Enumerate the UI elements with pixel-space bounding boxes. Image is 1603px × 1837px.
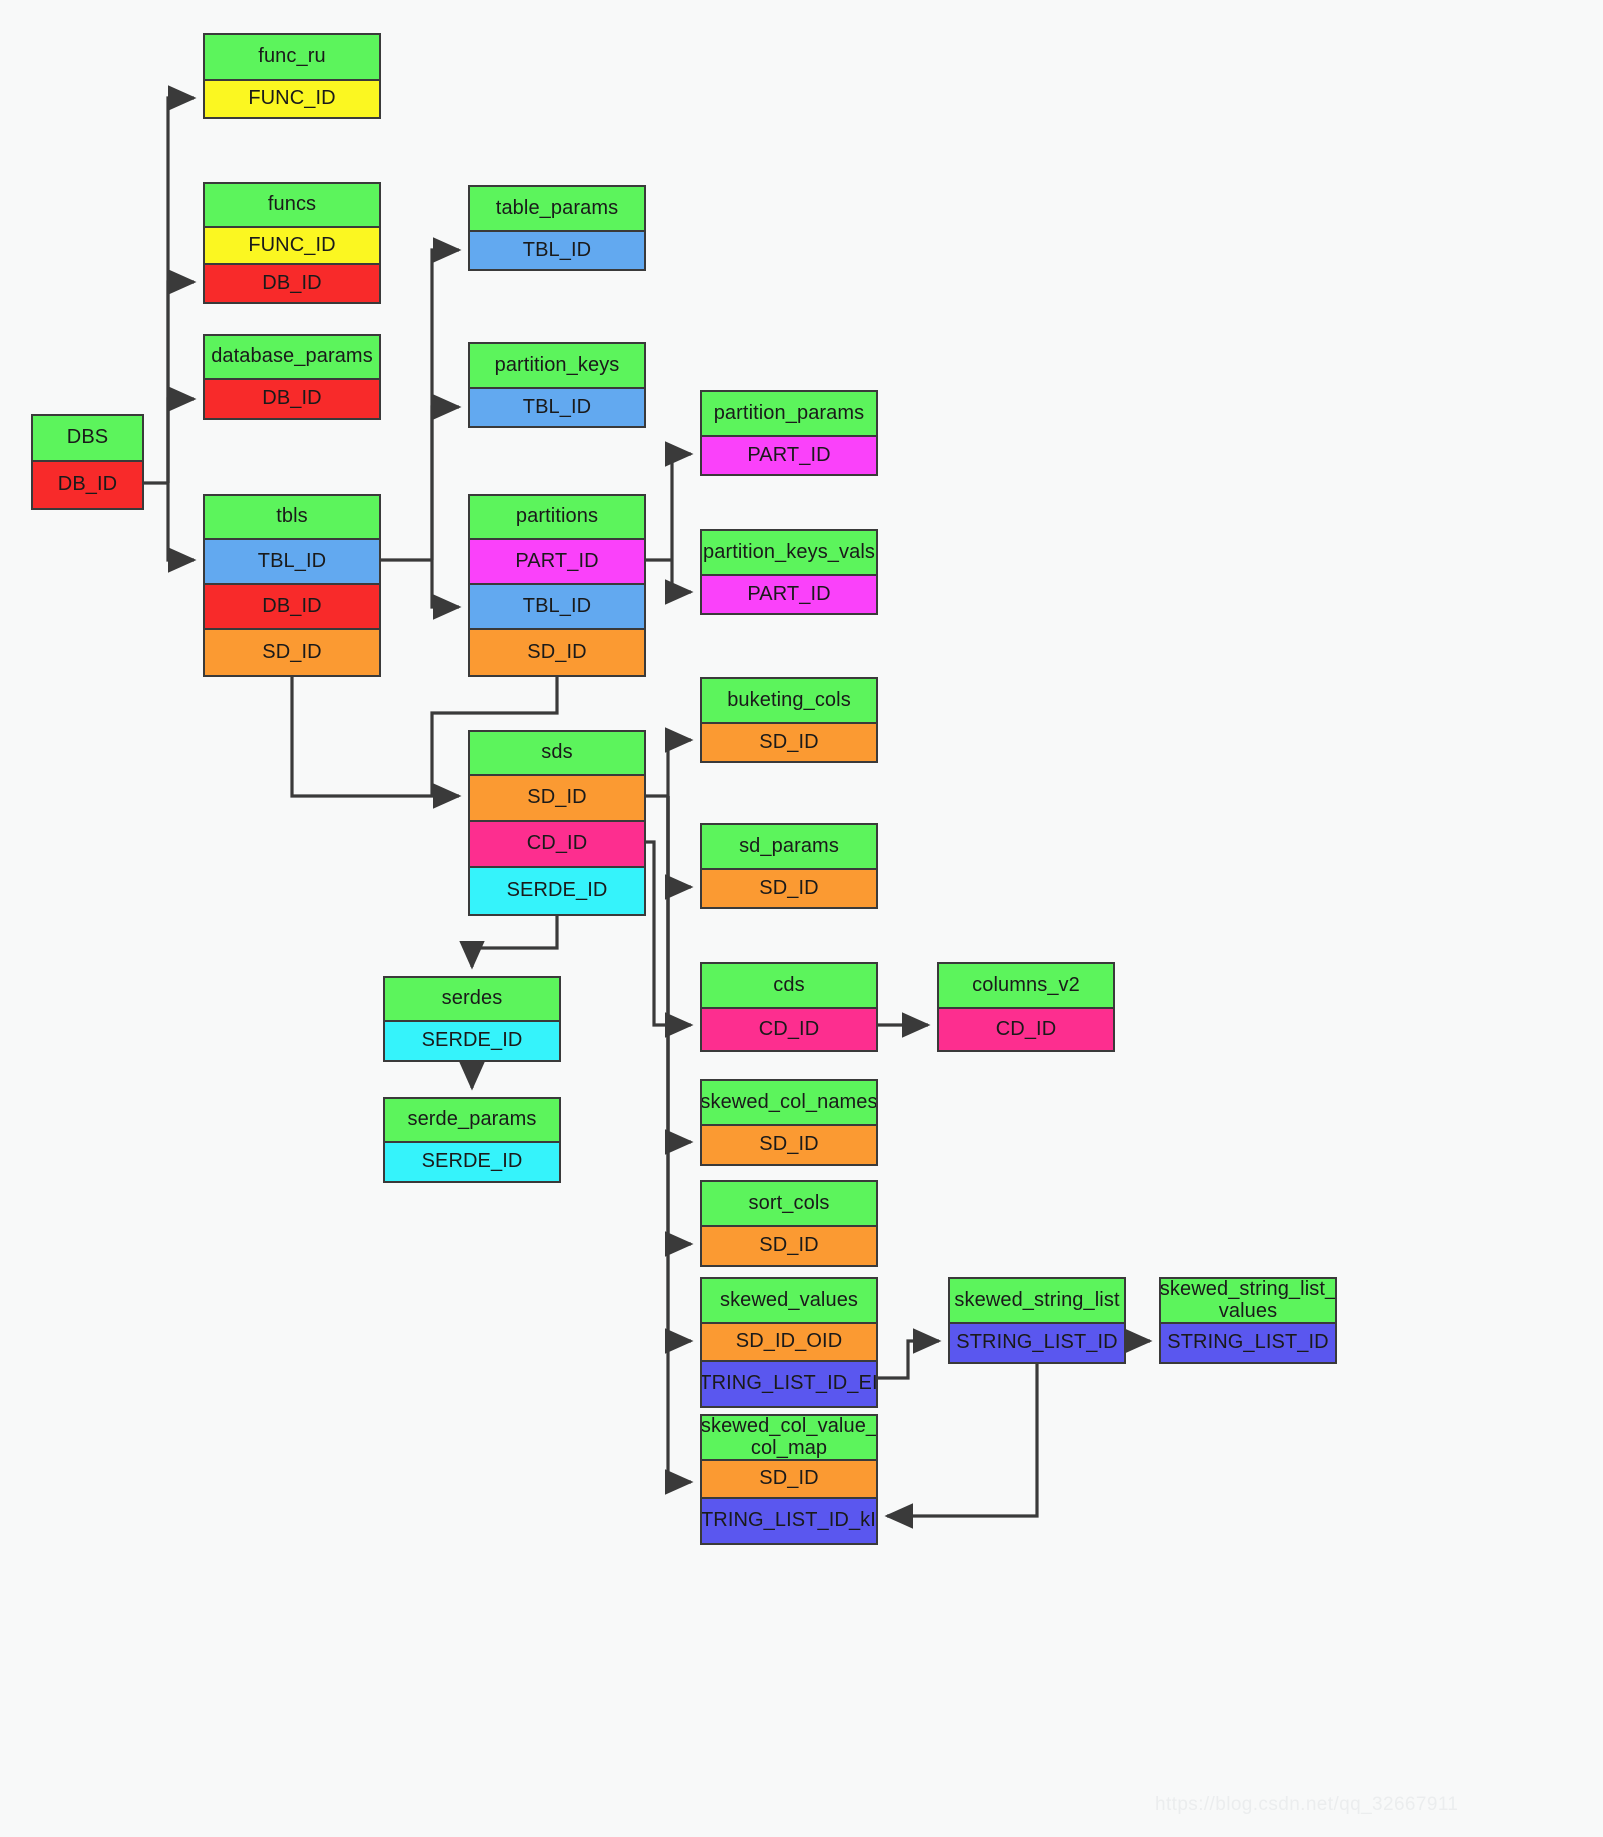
entity-skewed_values-field-1: SD_ID_OID — [702, 1324, 876, 1362]
entity-partition_keys[interactable]: partition_keys TBL_ID — [468, 342, 646, 428]
entity-sds-field-3: SERDE_ID — [470, 868, 644, 914]
entity-table_params[interactable]: table_params TBL_ID — [468, 185, 646, 271]
entity-skewed_string_list_values-field-1: STRING_LIST_ID — [1161, 1324, 1335, 1362]
entity-skewed_string_list_values[interactable]: skewed_string_list_ values STRING_LIST_ID — [1159, 1277, 1337, 1364]
entity-database_params-field-1: DB_ID — [205, 380, 379, 418]
entity-skewed_string_list[interactable]: skewed_string_list STRING_LIST_ID — [948, 1277, 1126, 1364]
entity-partitions-field-3: SD_ID — [470, 630, 644, 675]
entity-tbls-field-1: TBL_ID — [205, 540, 379, 585]
entity-columns_v2-field-1: CD_ID — [939, 1009, 1113, 1050]
entity-funcs-title: funcs — [205, 184, 379, 228]
entity-serde_params-field-1: SERDE_ID — [385, 1143, 559, 1181]
entity-skewed_values-title: skewed_values — [702, 1279, 876, 1324]
entity-partition_params-title: partition_params — [702, 392, 876, 437]
entity-funcs-field-1: FUNC_ID — [205, 228, 379, 265]
entity-serde_params[interactable]: serde_params SERDE_ID — [383, 1097, 561, 1183]
entity-table_params-title: table_params — [470, 187, 644, 232]
er-diagram-canvas: DBS DB_ID func_ru FUNC_ID funcs FUNC_ID DB_ID d… — [0, 0, 1603, 1837]
entity-func_ru[interactable]: func_ru FUNC_ID — [203, 33, 381, 119]
entity-skewed_col_names-title: skewed_col_names — [702, 1081, 876, 1126]
entity-skewed_col_value_col_map[interactable]: skewed_col_value_ col_mapSD_IDSTRING_LIS… — [700, 1414, 878, 1545]
entity-cds[interactable]: cds CD_ID — [700, 962, 878, 1052]
entity-partition_params[interactable]: partition_params PART_ID — [700, 390, 878, 476]
entity-sds-field-1: SD_ID — [470, 776, 644, 822]
entity-cds-field-1: CD_ID — [702, 1009, 876, 1050]
entity-skewed_values[interactable]: skewed_valuesSD_ID_OIDSTRING_LIST_ID_EID — [700, 1277, 878, 1408]
entity-serdes[interactable]: serdes SERDE_ID — [383, 976, 561, 1062]
entity-skewed_values-field-2: STRING_LIST_ID_EID — [702, 1362, 876, 1406]
entity-skewed_string_list-title: skewed_string_list — [950, 1279, 1124, 1324]
entity-partitions-field-1: PART_ID — [470, 540, 644, 585]
entity-sort_cols-title: sort_cols — [702, 1182, 876, 1227]
entity-skewed_col_names[interactable]: skewed_col_names SD_ID — [700, 1079, 878, 1166]
entity-partitions-field-2: TBL_ID — [470, 585, 644, 630]
entity-tbls[interactable]: tbls TBL_ID DB_ID SD_ID — [203, 494, 381, 677]
entity-skewed_col_value_col_map-field-2: STRING_LIST_ID_kID — [702, 1499, 876, 1543]
entity-dbs[interactable]: DBS DB_ID — [31, 414, 144, 510]
entity-dbs-title: DBS — [33, 416, 142, 462]
entity-partitions[interactable]: partitions PART_ID TBL_ID SD_ID — [468, 494, 646, 677]
entity-funcs[interactable]: funcs FUNC_ID DB_ID — [203, 182, 381, 304]
entity-tbls-title: tbls — [205, 496, 379, 540]
entity-skewed_string_list-field-1: STRING_LIST_ID — [950, 1324, 1124, 1362]
entity-sd_params-field-1: SD_ID — [702, 870, 876, 907]
entity-sds[interactable]: sds SD_ID CD_ID SERDE_ID — [468, 730, 646, 916]
entity-buketing_cols-title: buketing_cols — [702, 679, 876, 724]
entity-skewed_col_names-field-1: SD_ID — [702, 1126, 876, 1164]
entity-partition_keys-field-1: TBL_ID — [470, 389, 644, 426]
entity-partitions-title: partitions — [470, 496, 644, 540]
entity-func_ru-title: func_ru — [205, 35, 379, 81]
entity-sds-title: sds — [470, 732, 644, 776]
entity-skewed_col_value_col_map-title: skewed_col_value_ col_map — [702, 1416, 876, 1461]
entity-sd_params[interactable]: sd_params SD_ID — [700, 823, 878, 909]
entity-database_params-title: database_params — [205, 336, 379, 380]
entity-serdes-field-1: SERDE_ID — [385, 1022, 559, 1060]
entity-partition_keys_vals-title: partition_keys_vals — [702, 531, 876, 576]
entity-columns_v2[interactable]: columns_v2 CD_ID — [937, 962, 1115, 1052]
entity-sds-field-2: CD_ID — [470, 822, 644, 868]
entity-database_params[interactable]: database_params DB_ID — [203, 334, 381, 420]
entity-partition_params-field-1: PART_ID — [702, 437, 876, 474]
entity-func_ru-field-1: FUNC_ID — [205, 81, 379, 117]
entity-sort_cols[interactable]: sort_cols SD_ID — [700, 1180, 878, 1267]
entity-buketing_cols-field-1: SD_ID — [702, 724, 876, 761]
entity-funcs-field-2: DB_ID — [205, 265, 379, 302]
entity-partition_keys-title: partition_keys — [470, 344, 644, 389]
entity-buketing_cols[interactable]: buketing_cols SD_ID — [700, 677, 878, 763]
entity-skewed_col_value_col_map-field-1: SD_ID — [702, 1461, 876, 1499]
entity-columns_v2-title: columns_v2 — [939, 964, 1113, 1009]
entity-tbls-field-3: SD_ID — [205, 630, 379, 675]
watermark-text: https://blog.csdn.net/qq_32667911 — [1155, 1794, 1459, 1815]
entity-sd_params-title: sd_params — [702, 825, 876, 870]
entity-sort_cols-field-1: SD_ID — [702, 1227, 876, 1265]
entity-cds-title: cds — [702, 964, 876, 1009]
entity-partition_keys_vals-field-1: PART_ID — [702, 576, 876, 613]
entity-tbls-field-2: DB_ID — [205, 585, 379, 630]
entity-partition_keys_vals[interactable]: partition_keys_vals PART_ID — [700, 529, 878, 615]
entity-table_params-field-1: TBL_ID — [470, 232, 644, 269]
entity-serde_params-title: serde_params — [385, 1099, 559, 1143]
entity-dbs-field-1: DB_ID — [33, 462, 142, 508]
entity-skewed_string_list_values-title: skewed_string_list_ values — [1161, 1279, 1335, 1324]
entity-serdes-title: serdes — [385, 978, 559, 1022]
